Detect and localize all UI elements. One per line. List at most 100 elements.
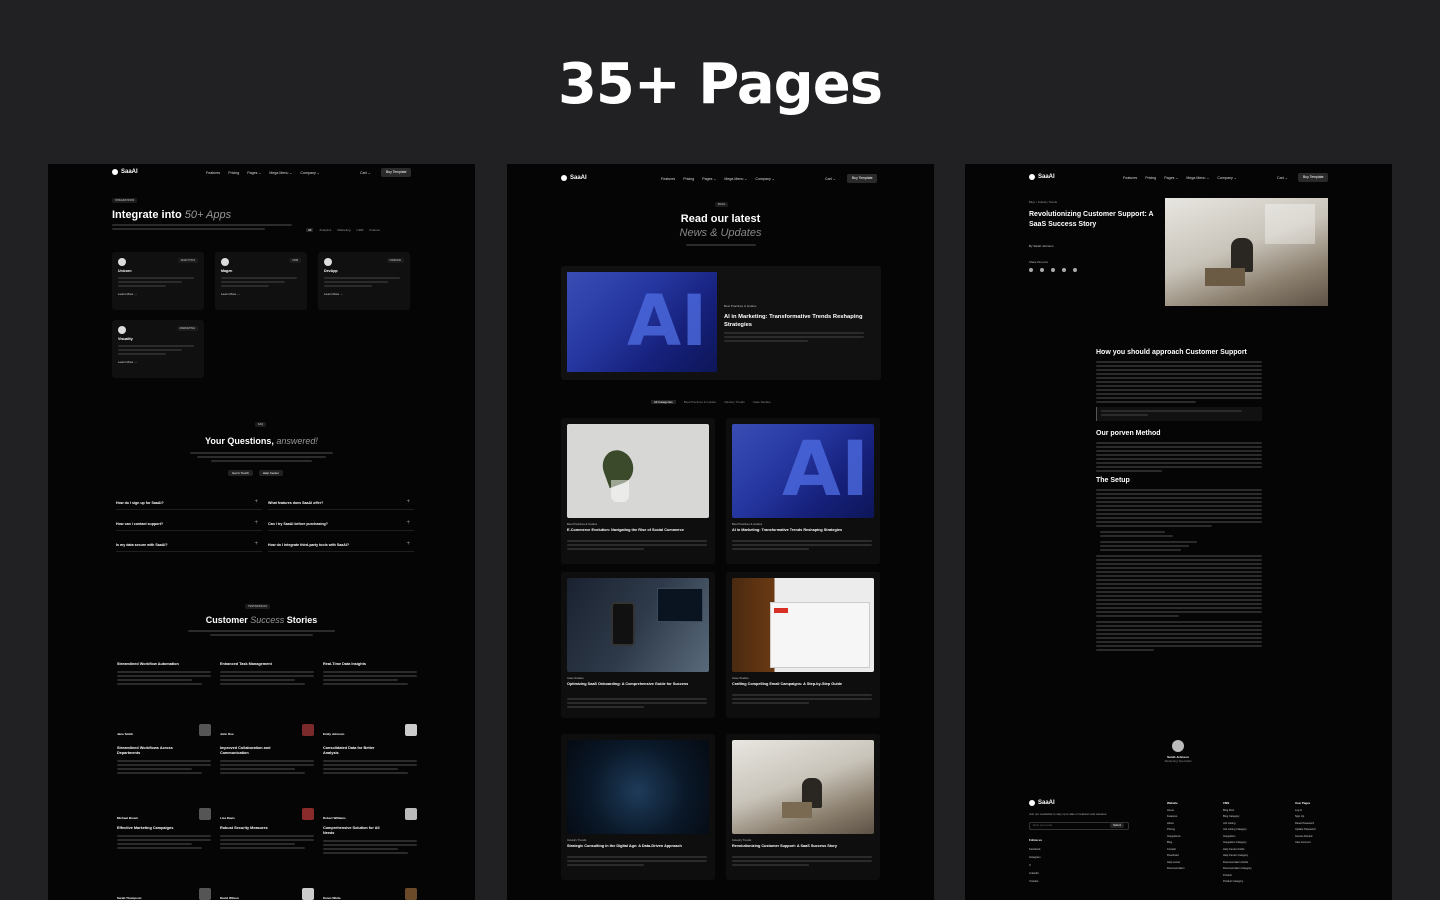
youtube-icon[interactable] — [1073, 268, 1077, 272]
nav-link[interactable]: Mega Menu ⌄ — [269, 171, 292, 175]
filter-tab[interactable]: Marketing — [337, 228, 350, 232]
cart-link[interactable]: Cart ⌄ — [825, 177, 836, 181]
facebook-link[interactable]: Facebook — [1029, 846, 1041, 854]
footer-link[interactable]: Documentation — [1167, 866, 1184, 873]
nav-link[interactable]: Features — [1123, 176, 1137, 180]
preview-integrations-page[interactable]: SaaAI Features Pricing Pages ⌄ Mega Menu… — [48, 164, 475, 900]
footer-column: User Pages Log In Sign Up Reset Password… — [1295, 800, 1315, 847]
faq-question[interactable]: Can I try SaaAI before purchasing? + — [268, 517, 414, 531]
filter-tab[interactable]: Finance — [369, 228, 380, 232]
blog-card[interactable]: Case Studies Optimizing SaaS Onboarding:… — [561, 572, 715, 718]
help-center-button[interactable]: Help Center — [258, 470, 283, 476]
nav-link[interactable]: Features — [661, 177, 675, 181]
instagram-link[interactable]: Instagram — [1029, 854, 1041, 862]
integration-card[interactable]: ANALYTICS Unicorn Learn More → — [112, 252, 204, 310]
nav-link[interactable]: Company ⌄ — [755, 177, 774, 181]
x-icon[interactable] — [1051, 268, 1055, 272]
section-description — [112, 224, 292, 232]
section-tag: TESTIMONIALS — [245, 604, 271, 609]
footer-link[interactable]: Update Password — [1295, 827, 1315, 834]
logo[interactable]: SaaAI — [1029, 174, 1055, 180]
instagram-icon[interactable] — [1040, 268, 1044, 272]
logo[interactable]: SaaAI — [112, 169, 138, 175]
cart-link[interactable]: Cart ⌄ — [360, 171, 371, 175]
logo[interactable]: SaaAI — [561, 175, 587, 181]
post-title[interactable]: AI in Marketing: Transformative Trends R… — [724, 313, 874, 329]
footer-link[interactable]: Help Center Category — [1223, 853, 1252, 860]
nav-link[interactable]: Company ⌄ — [1217, 176, 1236, 180]
app-name: Unicorn — [118, 269, 132, 273]
category-tab[interactable]: Case Studies — [753, 400, 771, 404]
linkedin-icon[interactable] — [1062, 268, 1066, 272]
integration-card[interactable]: CRM Magen Learn More → — [215, 252, 307, 310]
faq-question[interactable]: How can I contact support? + — [116, 517, 262, 531]
preview-blog-post-page[interactable]: SaaAI Features Pricing Pages ⌄ Mega Menu… — [965, 164, 1392, 900]
category-tab[interactable]: Industry Trends — [724, 400, 745, 404]
learn-more-link[interactable]: Learn More → — [324, 292, 404, 296]
newsletter-submit-button[interactable]: Submit — [1110, 823, 1125, 828]
cart-link[interactable]: Cart ⌄ — [1277, 176, 1288, 180]
nav-link[interactable]: Mega Menu ⌄ — [724, 177, 747, 181]
avatar — [199, 724, 211, 736]
nav-links: Features Pricing Pages ⌄ Mega Menu ⌄ Com… — [661, 177, 775, 181]
post-image: AI — [732, 424, 874, 518]
linkedin-link[interactable]: LinkedIn — [1029, 870, 1041, 878]
nav-link[interactable]: Features — [206, 171, 220, 175]
plus-icon: + — [254, 541, 258, 547]
footer-logo[interactable]: SaaAI — [1029, 800, 1055, 806]
blog-card[interactable]: Industry Trends Revolutionizing Customer… — [726, 734, 880, 880]
x-link[interactable]: X — [1029, 862, 1041, 870]
learn-more-link[interactable]: Learn More → — [118, 292, 198, 296]
blog-card[interactable]: Case Studies Crafting Compelling Email C… — [726, 572, 880, 718]
buy-template-button[interactable]: Buy Template — [381, 168, 412, 177]
preview-blog-page[interactable]: SaaAI Features Pricing Pages ⌄ Mega Menu… — [507, 164, 934, 900]
nav-link[interactable]: Pricing — [683, 177, 694, 181]
footer-column: CMS Blog Post Blog Category Job Listing … — [1223, 800, 1252, 886]
facebook-icon[interactable] — [1029, 268, 1033, 272]
avatar — [405, 888, 417, 900]
category-badge: MARKETING — [176, 326, 198, 331]
blog-card[interactable]: Industry Trends Strategic Consulting in … — [561, 734, 715, 880]
breadcrumb[interactable]: Blog > Industry Trends — [1029, 200, 1057, 204]
blog-card[interactable]: AI Best Practices & Guides AI in Marketi… — [726, 418, 880, 564]
filter-tab[interactable]: All — [306, 228, 314, 232]
faq-question[interactable]: How do I sign up for SaaAI? + — [116, 496, 262, 510]
footer-link[interactable]: Documentation Category — [1223, 866, 1252, 873]
filter-tab[interactable]: CRM — [357, 228, 364, 232]
nav-link[interactable]: Pages ⌄ — [247, 171, 261, 175]
buy-template-button[interactable]: Buy Template — [1298, 173, 1329, 182]
youtube-link[interactable]: Youtube — [1029, 878, 1041, 886]
faq-question[interactable]: What features does SaaAI offer? + — [268, 496, 414, 510]
category-tab[interactable]: All Categories — [651, 400, 676, 404]
page-heading-accent: News & Updates — [679, 227, 762, 239]
nav-link[interactable]: Company ⌄ — [300, 171, 319, 175]
nav-link[interactable]: Pages ⌄ — [1164, 176, 1178, 180]
app-name: Visuality — [118, 337, 133, 341]
footer-link[interactable]: User Account — [1295, 840, 1315, 847]
get-in-touch-button[interactable]: Get in Touch — [228, 470, 253, 476]
buy-template-button[interactable]: Buy Template — [847, 174, 878, 183]
post-image — [567, 578, 709, 672]
faq-question[interactable]: Is my data secure with SaaAI? + — [116, 538, 262, 552]
faq-question[interactable]: How do I integrate third-party tools wit… — [268, 538, 414, 552]
section-heading: How you should approach Customer Support — [1096, 349, 1247, 356]
learn-more-link[interactable]: Learn More → — [118, 360, 198, 364]
avatar — [1172, 740, 1184, 752]
author-role: Marketing Specialist — [1164, 759, 1192, 763]
section-tag: BLOG — [715, 202, 729, 207]
blog-card[interactable]: Best Practices & Guides E-Commerce Evolu… — [561, 418, 715, 564]
nav-link[interactable]: Pricing — [1145, 176, 1156, 180]
app-name: Magen — [221, 269, 233, 273]
section-heading: Your Questions, answered! — [205, 436, 318, 446]
filter-tab[interactable]: Analytics — [319, 228, 331, 232]
section-heading: Integrate into 50+ Apps — [112, 209, 232, 221]
nav-link[interactable]: Pricing — [228, 171, 239, 175]
testimonial-card: Streamlined Workflows Across Departments… — [117, 746, 211, 820]
integration-card[interactable]: MARKETING Visuality Learn More → — [112, 320, 204, 378]
nav-link[interactable]: Mega Menu ⌄ — [1186, 176, 1209, 180]
footer-link[interactable]: Product Category — [1223, 879, 1252, 886]
category-tab[interactable]: Best Practices & Guides — [684, 400, 716, 404]
integration-card[interactable]: FINANCE DevApp Learn More → — [318, 252, 410, 310]
learn-more-link[interactable]: Learn More → — [221, 292, 301, 296]
nav-link[interactable]: Pages ⌄ — [702, 177, 716, 181]
